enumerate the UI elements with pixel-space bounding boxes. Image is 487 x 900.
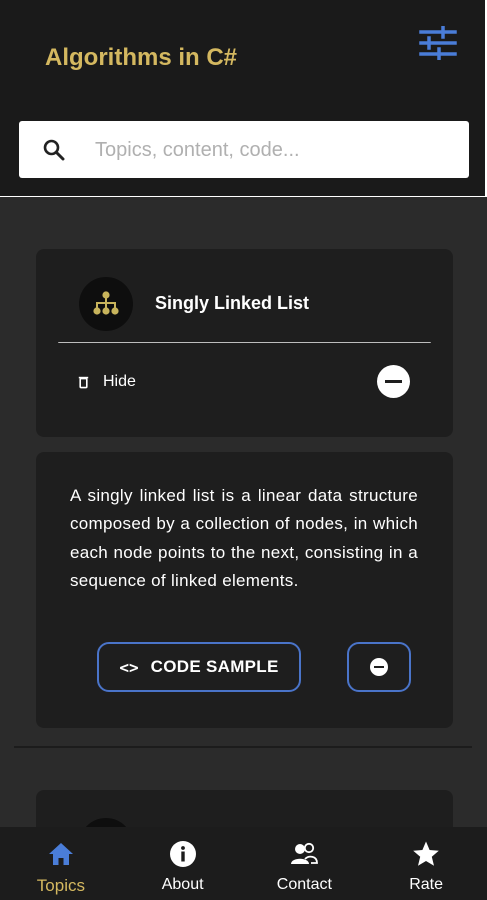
app-header: Algorithms in C# [0,0,487,197]
nav-label: About [161,876,204,893]
search-input[interactable] [95,135,455,165]
hide-label: Hide [103,373,136,390]
code-sample-button[interactable]: <> CODE SAMPLE [97,642,301,692]
star-icon [413,841,439,866]
trash-icon [78,376,89,388]
nav-item-about[interactable]: About [122,827,244,900]
nav-label: Contact [276,876,332,893]
people-icon [291,842,319,864]
home-icon [48,843,73,865]
search-bar[interactable] [19,121,469,178]
app-title: Algorithms in C# [45,44,238,71]
topic-description: A singly linked list is a linear data st… [70,486,418,591]
nav-item-topics[interactable]: Topics [0,827,122,900]
tree-hierarchy-icon [93,291,119,315]
minus-circle-icon[interactable] [377,365,410,398]
info-icon [169,841,196,867]
nav-label: Rate [409,876,444,893]
code-icon: <> [119,657,139,677]
topic-card: Singly Linked List Hide [36,249,453,437]
nav-item-rate[interactable]: Rate [365,827,487,900]
topic-title: Singly Linked List [155,293,310,313]
hide-button[interactable]: Hide [78,372,136,392]
bottom-navigation: Topics About Contact Rate [0,827,487,900]
description-card: A singly linked list is a linear data st… [36,452,453,728]
code-sample-label: CODE SAMPLE [150,657,279,676]
search-icon [43,139,65,161]
nav-label: Topics [36,876,85,895]
minus-circle-icon[interactable] [347,642,411,692]
divider [58,342,431,343]
sliders-icon[interactable] [418,25,458,61]
topic-avatar [79,277,133,331]
nav-item-contact[interactable]: Contact [244,827,366,900]
list-divider [14,746,472,748]
